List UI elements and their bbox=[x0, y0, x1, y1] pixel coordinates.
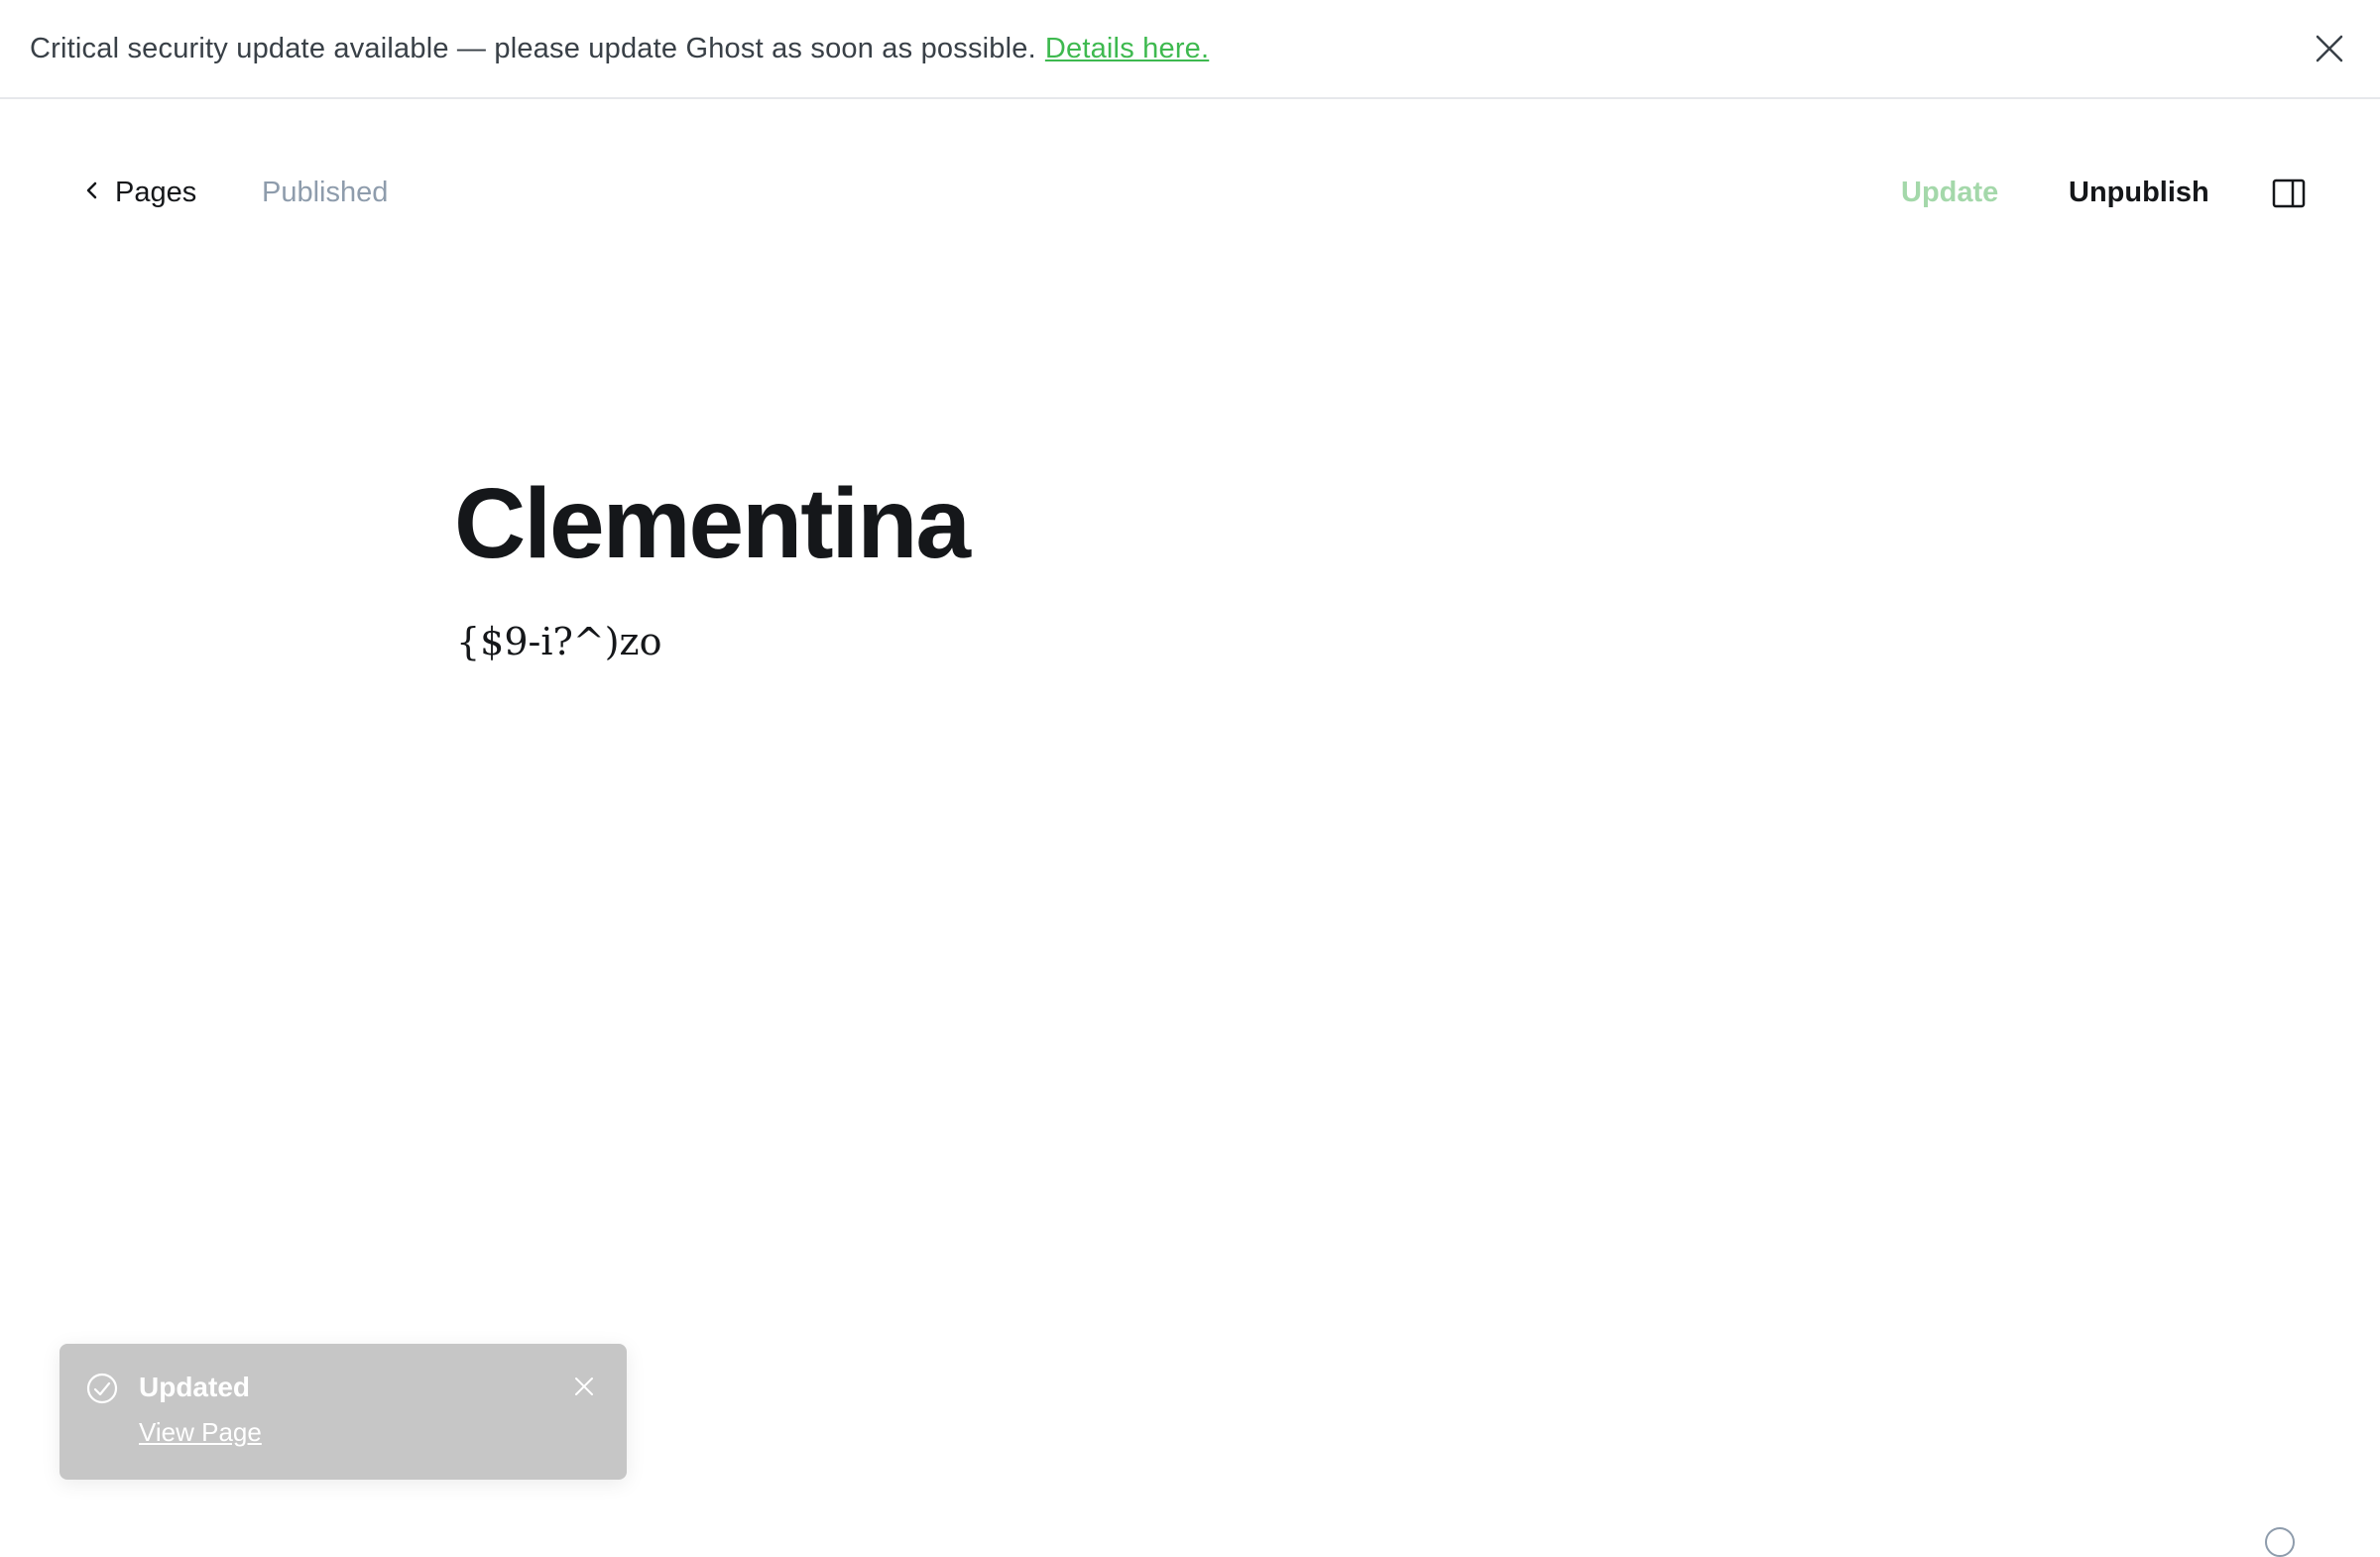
back-to-pages-button[interactable]: Pages bbox=[83, 177, 196, 209]
update-button[interactable]: Update bbox=[1901, 177, 1998, 209]
toast-title: Updated bbox=[139, 1372, 250, 1402]
sidebar-toggle-icon[interactable] bbox=[2272, 179, 2306, 208]
security-alert-banner: Critical security update available — ple… bbox=[0, 0, 2380, 99]
publish-status: Published bbox=[262, 177, 389, 208]
view-page-link[interactable]: View Page bbox=[139, 1417, 262, 1448]
banner-details-link[interactable]: Details here. bbox=[1045, 33, 1209, 65]
page-body-text[interactable]: {$9-i?^)zo bbox=[456, 620, 661, 663]
editor-header: Pages Published Update Unpublish bbox=[0, 99, 2380, 288]
unpublish-button[interactable]: Unpublish bbox=[2069, 177, 2209, 209]
check-circle-icon bbox=[85, 1372, 119, 1405]
page-title[interactable]: Clementina bbox=[454, 474, 971, 573]
chevron-left-icon bbox=[83, 177, 115, 209]
banner-message: Critical security update available — ple… bbox=[30, 32, 1036, 64]
updated-toast: Updated View Page bbox=[60, 1344, 627, 1480]
help-icon[interactable] bbox=[2265, 1527, 2295, 1557]
toast-close-icon[interactable] bbox=[573, 1376, 595, 1397]
banner-close-icon[interactable] bbox=[2313, 32, 2346, 65]
back-label: Pages bbox=[115, 177, 197, 208]
